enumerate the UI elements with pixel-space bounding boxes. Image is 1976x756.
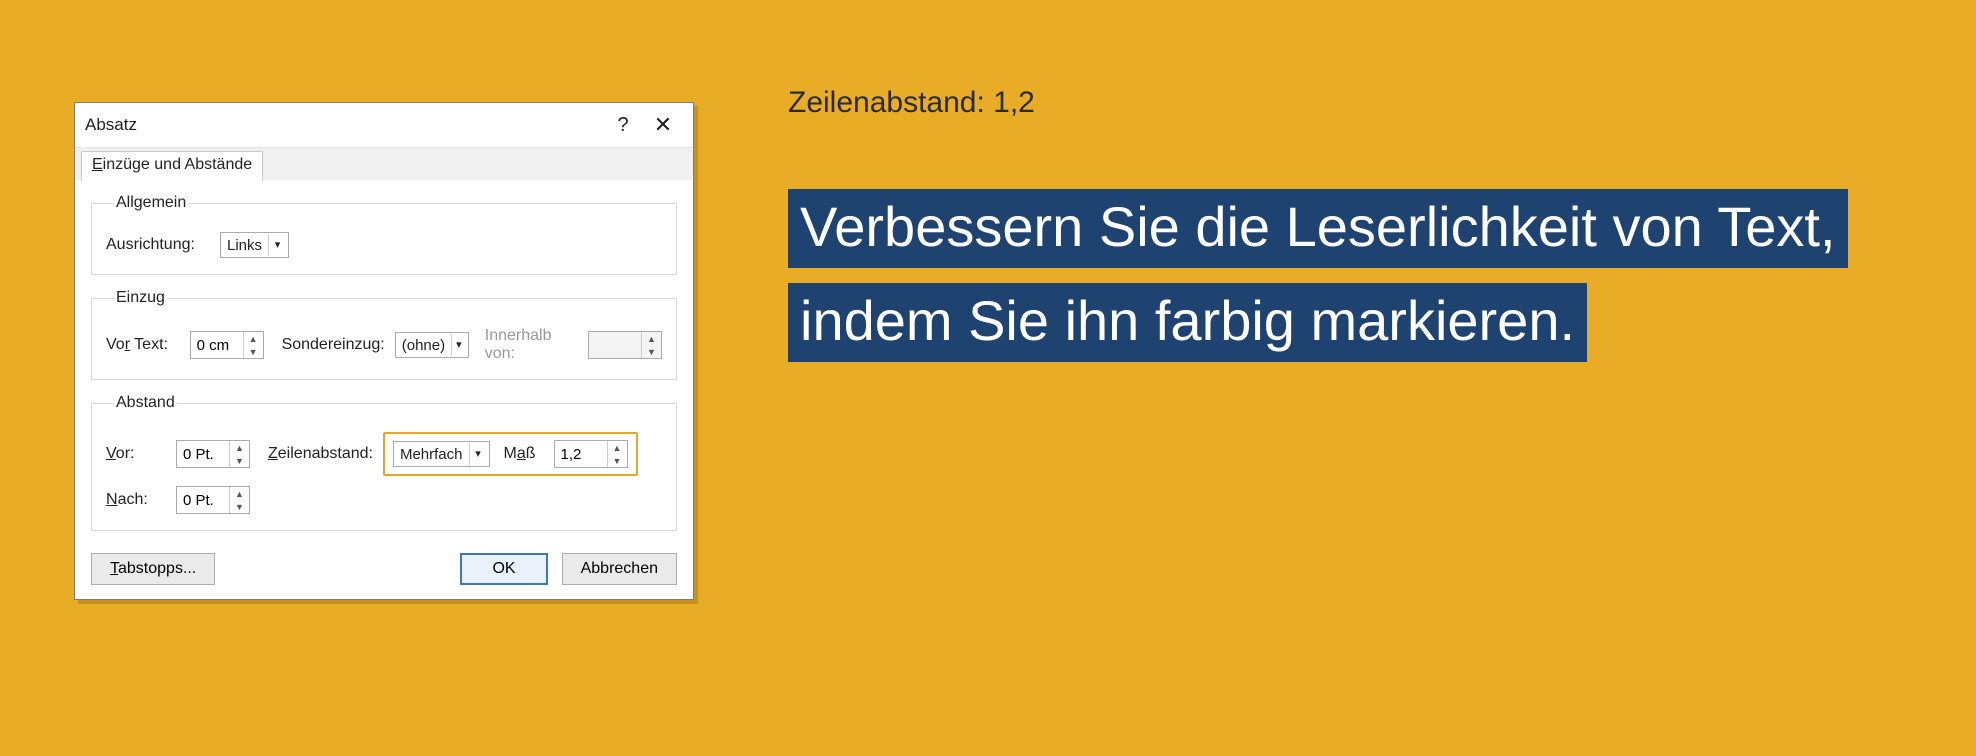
annotation-body: Verbessern Sie die Leserlichkeit von Tex… (788, 180, 1896, 368)
select-ausrichtung-value: Links (227, 237, 262, 254)
label-nach: Nach: (106, 491, 166, 509)
cancel-button[interactable]: Abbrechen (562, 553, 677, 585)
highlight-zeilenabstand: Mehrfach ▾ Maß ▲▼ (383, 432, 638, 476)
input-mass[interactable] (555, 441, 607, 467)
select-sondereinzug-value: (ohne) (402, 337, 445, 354)
spinner-arrows: ▲▼ (641, 332, 661, 358)
label-vor-text: Vor Text: (106, 336, 180, 354)
annotation-caption: Zeilenabstand: 1,2 (788, 86, 1896, 120)
spinner-arrows[interactable]: ▲▼ (229, 487, 249, 513)
select-ausrichtung[interactable]: Links ▾ (220, 232, 289, 258)
spinner-vor-text[interactable]: ▲▼ (190, 331, 264, 359)
row-einzug: Vor Text: ▲▼ Sondereinzug: (ohne) ▾ Inne… (106, 327, 662, 363)
row-abstand-vor: Vor: ▲▼ Zeilenabstand: Mehrfach ▾ Maß ▲▼ (106, 432, 662, 476)
chevron-down-icon[interactable]: ▼ (244, 345, 263, 358)
chevron-up-icon[interactable]: ▲ (244, 332, 263, 345)
legend-abstand: Abstand (114, 394, 177, 412)
group-abstand: Abstand Vor: ▲▼ Zeilenabstand: Mehrfach … (91, 394, 677, 531)
input-vor-text[interactable] (191, 332, 243, 358)
group-einzug: Einzug Vor Text: ▲▼ Sondereinzug: (ohne)… (91, 289, 677, 380)
dialog-title: Absatz (85, 115, 603, 135)
chevron-up-icon: ▲ (642, 332, 661, 345)
dialog-body: Allgemein Ausrichtung: Links ▾ Einzug Vo… (75, 180, 693, 553)
footer-right: OK Abbrechen (460, 553, 677, 585)
row-ausrichtung: Ausrichtung: Links ▾ (106, 232, 662, 258)
tabstrip: Einzüge und Abstände (75, 147, 693, 180)
label-mass: Maß (504, 445, 540, 463)
select-sondereinzug[interactable]: (ohne) ▾ (395, 332, 469, 358)
chevron-up-icon[interactable]: ▲ (608, 441, 627, 454)
spinner-mass[interactable]: ▲▼ (554, 440, 628, 468)
spinner-arrows[interactable]: ▲▼ (607, 441, 627, 467)
chevron-down-icon: ▾ (268, 234, 286, 256)
spinner-arrows[interactable]: ▲▼ (229, 441, 249, 467)
label-vor: Vor: (106, 445, 166, 463)
ok-button[interactable]: OK (460, 553, 547, 585)
chevron-down-icon: ▾ (451, 334, 466, 356)
chevron-down-icon: ▼ (642, 345, 661, 358)
chevron-down-icon: ▾ (469, 443, 487, 465)
help-button[interactable]: ? (603, 105, 643, 145)
select-zeilenabstand-value: Mehrfach (400, 446, 463, 463)
tab-indents-spacing[interactable]: Einzüge und Abstände (81, 151, 263, 181)
legend-einzug: Einzug (114, 289, 167, 307)
input-innerhalb (589, 332, 641, 358)
select-zeilenabstand[interactable]: Mehrfach ▾ (393, 441, 490, 467)
legend-allgemein: Allgemein (114, 194, 188, 212)
input-vor[interactable] (177, 441, 229, 467)
group-allgemein: Allgemein Ausrichtung: Links ▾ (91, 194, 677, 275)
chevron-up-icon[interactable]: ▲ (230, 487, 249, 500)
label-innerhalb-von: Innerhalb von: (485, 327, 578, 363)
label-ausrichtung: Ausrichtung: (106, 236, 210, 254)
dialog-titlebar: Absatz ? ✕ (75, 103, 693, 147)
input-nach[interactable] (177, 487, 229, 513)
spinner-arrows[interactable]: ▲▼ (243, 332, 263, 358)
label-zeilenabstand: Zeilenabstand: (268, 445, 373, 463)
tabstopps-button[interactable]: Tabstopps... (91, 553, 215, 585)
paragraph-dialog: Absatz ? ✕ Einzüge und Abstände Allgemei… (74, 102, 694, 600)
close-button[interactable]: ✕ (643, 105, 683, 145)
row-abstand-nach: Nach: ▲▼ (106, 486, 662, 514)
spinner-innerhalb: ▲▼ (588, 331, 662, 359)
chevron-down-icon[interactable]: ▼ (230, 500, 249, 513)
label-sondereinzug: Sondereinzug: (282, 336, 385, 354)
annotation-panel: Zeilenabstand: 1,2 Verbessern Sie die Le… (788, 86, 1896, 368)
spinner-vor[interactable]: ▲▼ (176, 440, 250, 468)
tab-label: Einzüge und Abstände (92, 156, 252, 173)
chevron-down-icon[interactable]: ▼ (230, 454, 249, 467)
chevron-down-icon[interactable]: ▼ (608, 454, 627, 467)
spinner-nach[interactable]: ▲▼ (176, 486, 250, 514)
dialog-footer: Tabstopps... OK Abbrechen (75, 553, 693, 599)
chevron-up-icon[interactable]: ▲ (230, 441, 249, 454)
